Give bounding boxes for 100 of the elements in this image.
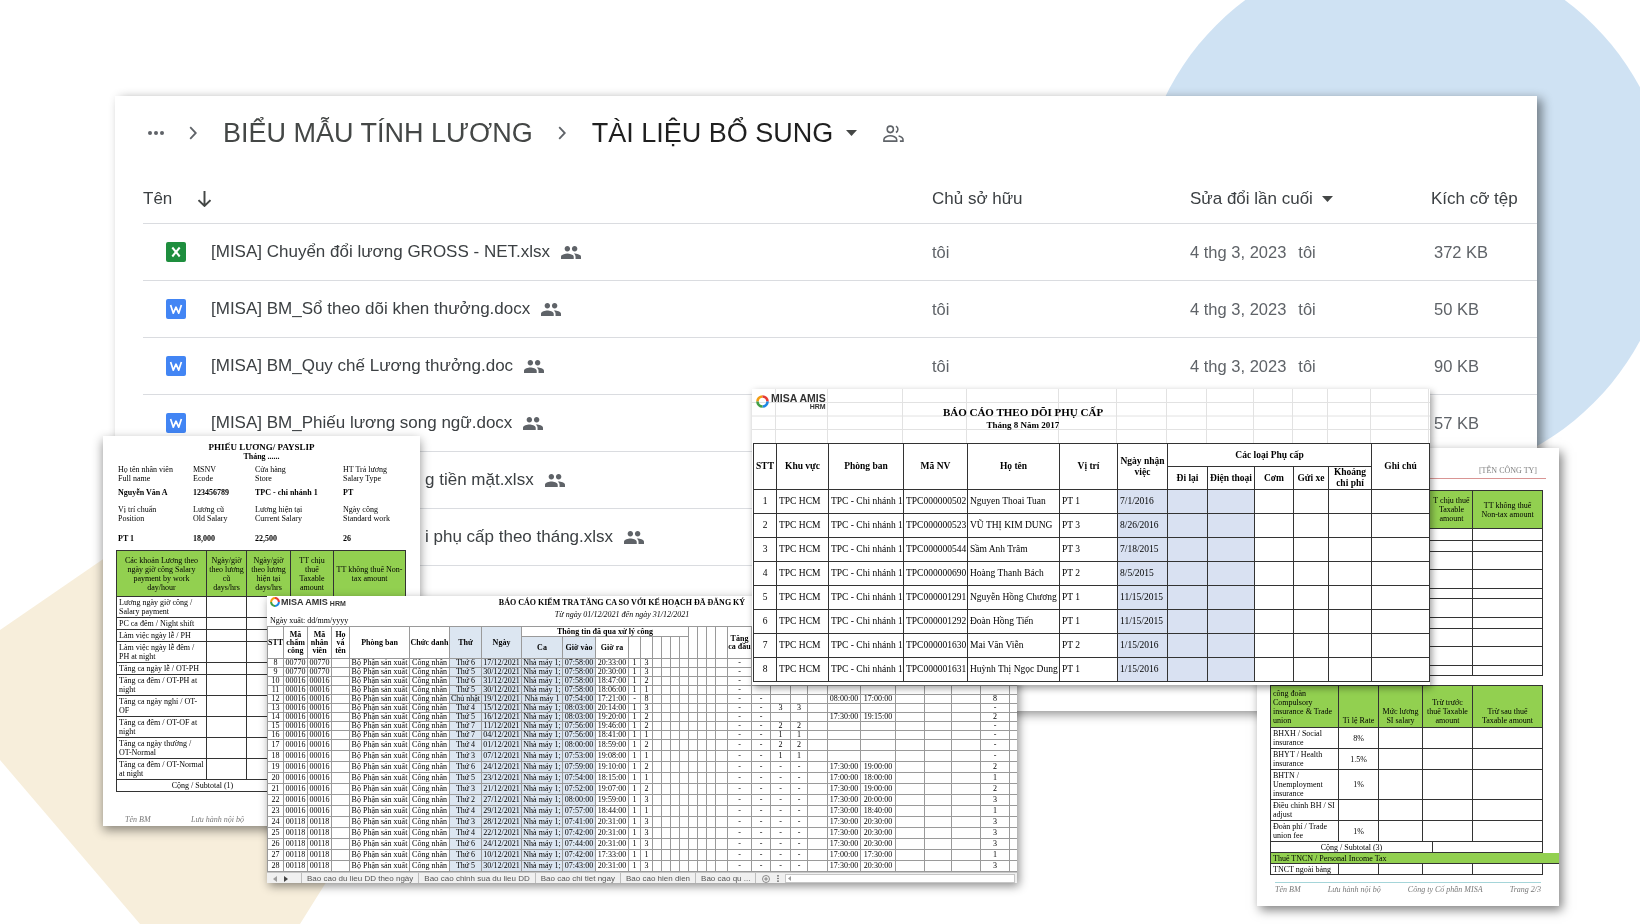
table-cell: 3 <box>641 659 653 668</box>
field-label: Store <box>255 474 273 483</box>
table-cell: 1 <box>629 731 641 740</box>
right-arrow-icon[interactable] <box>284 875 288 882</box>
table-cell: 00016 <box>308 713 332 722</box>
table-cell: 1 <box>629 668 641 677</box>
table-cell: 20:31:00 <box>596 817 629 828</box>
more-icon[interactable] <box>148 131 164 135</box>
table-cell: 17:30:00 <box>828 817 861 828</box>
table-cell: 17:30:00 <box>828 795 861 806</box>
column-header[interactable]: Kích cỡ tệp <box>1431 186 1518 212</box>
row-label: Làm việc ngày lễ / PH <box>119 631 191 640</box>
table-cell: - <box>752 740 771 751</box>
table-cell: 00016 <box>284 713 308 722</box>
table-cell: 6 <box>754 610 777 634</box>
table-cell: TPC HCM <box>777 634 829 658</box>
report-title: BÁO CÁO THEO DÕI PHỤ CẤP <box>942 406 1104 418</box>
table-cell: 3 <box>754 538 777 562</box>
table-cell: TPC HCM <box>777 562 829 586</box>
more-icon[interactable] <box>777 875 780 882</box>
table-cell: - <box>791 784 808 795</box>
table-cell: 00016 <box>284 773 308 784</box>
column-header[interactable]: Chủ sở hữu <box>932 186 1023 212</box>
table-cell: - <box>752 817 771 828</box>
table-cell: 30/12/2021 <box>482 668 522 677</box>
table-cell: 12 <box>268 695 284 704</box>
file-name[interactable]: i phụ cấp theo tháng.xlsx <box>425 524 614 550</box>
table-cell: 00016 <box>308 751 332 762</box>
table-cell: Bộ Phận sản xuất <box>350 686 410 695</box>
column-header: Mã chấm công <box>284 627 308 659</box>
table-cell: Bộ Phận sản xuất <box>350 731 410 740</box>
column-header: Ghi chú <box>1372 444 1430 490</box>
table-cell: 07:58:00 <box>563 659 596 668</box>
table-cell: 25 <box>268 828 284 839</box>
breadcrumb-item[interactable]: BIỂU MẪU TÍNH LƯƠNG <box>223 115 533 151</box>
modified-by: tôi <box>1298 241 1316 263</box>
column-header: Cơm <box>1255 467 1294 490</box>
table-cell: - <box>752 839 771 850</box>
row-label: Làm việc ngày lễ đêm / PH at night <box>119 643 196 661</box>
empty-cell <box>1423 749 1473 770</box>
table-cell: 8 <box>981 695 1010 704</box>
table-cell: 17:30:00 <box>828 713 861 722</box>
table-cell: 1 <box>981 806 1010 817</box>
sheet-tab[interactable]: Bao cao chi tiet ngay <box>535 873 621 883</box>
table-cell: - <box>791 806 808 817</box>
table-cell: 2 <box>771 740 791 751</box>
table-cell: 3 <box>981 828 1010 839</box>
table-cell: - <box>752 784 771 795</box>
table-cell: 1 <box>629 659 641 668</box>
table-cell: - <box>771 839 791 850</box>
table-cell: Bộ Phận sản xuất <box>350 677 410 686</box>
table-cell: 07:56:00 <box>563 722 596 731</box>
table-cell: 3 <box>641 839 653 850</box>
sheet-tab[interactable]: Bao cao chinh sua du lieu DD <box>419 873 536 883</box>
table-cell: - <box>752 795 771 806</box>
table-cell: - <box>771 817 791 828</box>
table-cell: - <box>791 828 808 839</box>
table-cell: 8/5/2015 <box>1118 562 1168 586</box>
column-header: Mã NV <box>904 444 968 490</box>
empty-cell <box>1473 749 1543 770</box>
table-cell: TPC HCM <box>777 610 829 634</box>
sheet-tab[interactable]: Bao cao qu ... <box>696 873 757 883</box>
table-cell: 1 <box>629 828 641 839</box>
people-icon[interactable] <box>883 124 905 142</box>
table-cell: 20:30:00 <box>861 828 896 839</box>
file-name[interactable]: [MISA] Chuyển đổi lương GROSS - NET.xlsx <box>211 239 551 265</box>
breadcrumb-item[interactable]: TÀI LIỆU BỔ SUNG <box>591 115 834 151</box>
column-header[interactable]: Tên <box>143 186 173 212</box>
file-name[interactable]: [MISA] BM_Quy chế Lương thưởng.doc <box>211 353 514 379</box>
empty-cell <box>1473 821 1543 842</box>
table-cell: 11/15/2015 <box>1118 610 1168 634</box>
horizontal-scrollbar[interactable] <box>785 874 1015 883</box>
table-cell: 18:47:00 <box>596 677 629 686</box>
table-cell: 7/18/2015 <box>1118 538 1168 562</box>
sort-arrow-icon[interactable] <box>198 191 212 207</box>
file-name[interactable]: [MISA] BM_Phiếu lương song ngữ.docx <box>211 410 513 436</box>
file-name[interactable]: g tiền mặt.xlsx <box>425 467 534 493</box>
caret-icon[interactable] <box>846 130 858 136</box>
sheet-tab[interactable]: Bao cao hien dien <box>621 873 697 883</box>
field-value: PT 1 <box>118 533 135 543</box>
left-arrow-icon[interactable] <box>788 876 792 881</box>
table-cell: 00016 <box>308 773 332 784</box>
row-label: BHXH / Social insurance <box>1273 729 1323 747</box>
sheet-tab[interactable]: Bao cao du lieu DD theo ngày <box>302 873 420 883</box>
table-cell: - <box>791 773 808 784</box>
table-cell: 1 <box>641 806 653 817</box>
column-header: Ca <box>522 637 563 659</box>
table-cell: 16 <box>268 731 284 740</box>
file-name[interactable]: [MISA] BM_Sổ theo dõi khen thưởng.docx <box>211 296 531 322</box>
column-header: Ngày/giờ theo lương hiện tại days/hrs <box>250 555 287 592</box>
table-cell: TPC HCM <box>777 514 829 538</box>
table-cell: 17:30:00 <box>828 784 861 795</box>
owner-name: tôi <box>932 355 950 377</box>
table-cell: 1 <box>629 704 641 713</box>
column-header[interactable]: Sửa đổi lần cuối <box>1190 186 1313 212</box>
table-cell: 00016 <box>308 795 332 806</box>
table-cell: TPC000000690 <box>904 562 968 586</box>
caret-icon[interactable] <box>1321 196 1333 202</box>
table-cell: TPC HCM <box>777 538 829 562</box>
table-cell: Bộ Phận sản xuất <box>350 784 410 795</box>
